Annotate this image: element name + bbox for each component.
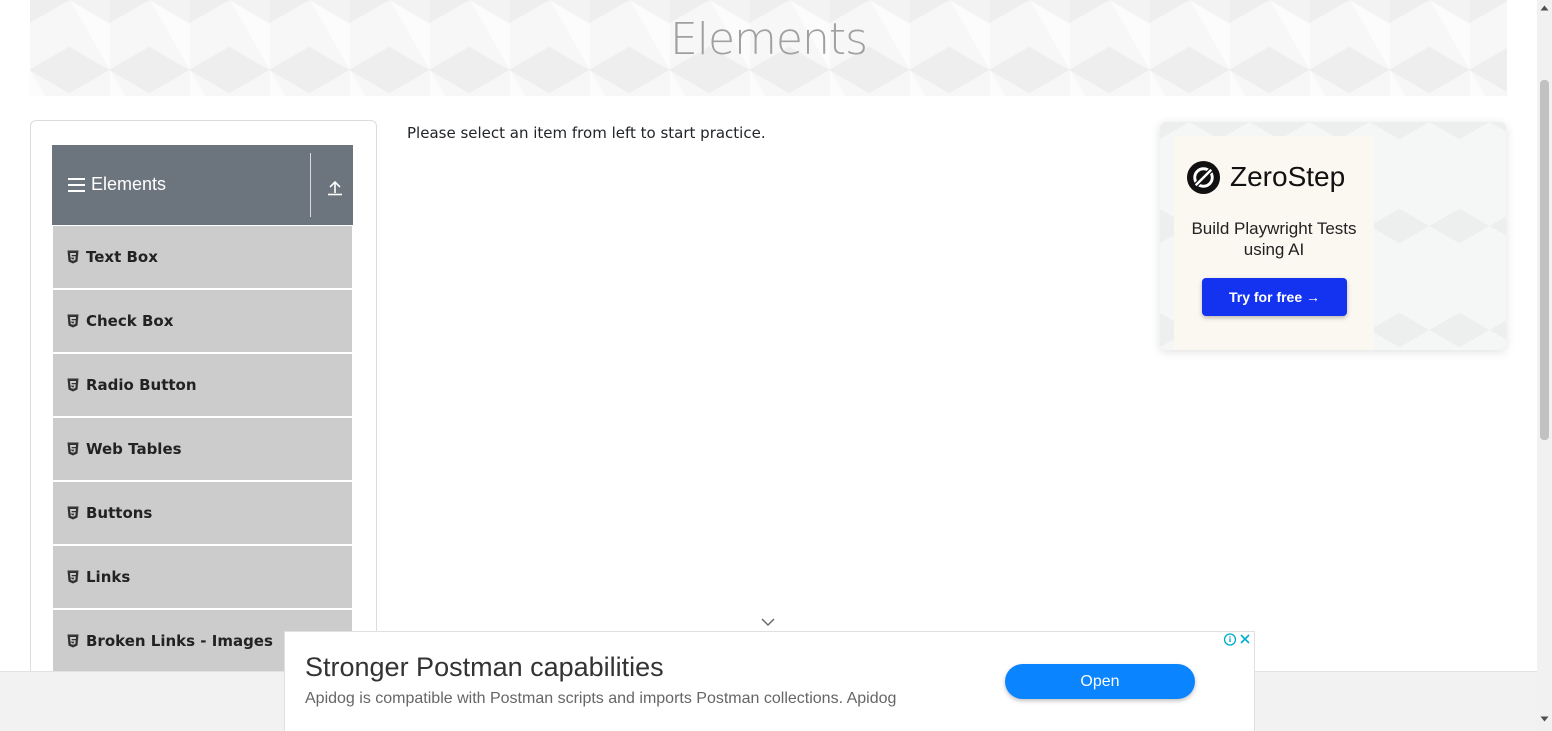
html5-icon <box>67 250 79 264</box>
try-for-free-button[interactable]: Try for free → <box>1202 278 1347 316</box>
header-divider <box>310 153 311 217</box>
ad-description: Apidog is compatible with Postman script… <box>305 690 897 707</box>
html5-icon <box>67 442 79 456</box>
page-banner: Elements <box>30 0 1507 96</box>
html5-icon <box>67 570 79 584</box>
arrow-up-icon[interactable] <box>326 178 344 196</box>
side-ad-content: ZeroStep Build Playwright Tests using AI… <box>1174 136 1374 350</box>
sidebar-item-label: Broken Links - Images <box>86 632 273 650</box>
scroll-down-icon[interactable] <box>1540 715 1549 723</box>
ad-tagline: Build Playwright Tests using AI <box>1191 219 1357 259</box>
group-header-elements[interactable]: Elements <box>52 145 353 225</box>
html5-icon <box>67 314 79 328</box>
ad-brand: ZeroStep <box>1230 161 1346 192</box>
sidebar-item-label: Web Tables <box>86 440 182 458</box>
sidebar-item-text-box[interactable]: Text Box <box>53 226 352 290</box>
html5-icon <box>67 506 79 520</box>
sidebar-item-web-tables[interactable]: Web Tables <box>53 418 352 482</box>
html5-icon <box>67 634 79 648</box>
side-ad[interactable]: ZeroStep Build Playwright Tests using AI… <box>1160 122 1506 350</box>
chevron-down-icon[interactable] <box>761 617 775 627</box>
adchoices-icon[interactable] <box>1223 632 1253 647</box>
sidebar-item-label: Links <box>86 568 131 586</box>
bottom-ad[interactable]: Stronger Postman capabilities Apidog is … <box>284 631 1255 731</box>
hamburger-icon <box>68 178 85 192</box>
ad-title[interactable]: Stronger Postman capabilities <box>305 652 664 683</box>
open-button[interactable]: Open <box>1005 664 1195 699</box>
html5-icon <box>67 378 79 392</box>
sidebar-item-label: Buttons <box>86 504 153 522</box>
instruction-text: Please select an item from left to start… <box>407 124 766 142</box>
zerostep-logo-icon <box>1186 160 1221 195</box>
sidebar-item-label: Check Box <box>86 312 174 330</box>
sidebar-item-label: Radio Button <box>86 376 197 394</box>
sidebar-item-label: Text Box <box>86 248 158 266</box>
scrollbar-thumb[interactable] <box>1540 80 1549 440</box>
sidebar-item-links[interactable]: Links <box>53 546 352 610</box>
page-title: Elements <box>669 14 868 65</box>
scroll-up-icon[interactable] <box>1540 4 1549 12</box>
sidebar-item-radio-button[interactable]: Radio Button <box>53 354 352 418</box>
sidebar-item-check-box[interactable]: Check Box <box>53 290 352 354</box>
sidebar-item-buttons[interactable]: Buttons <box>53 482 352 546</box>
group-title: Elements <box>91 174 167 194</box>
